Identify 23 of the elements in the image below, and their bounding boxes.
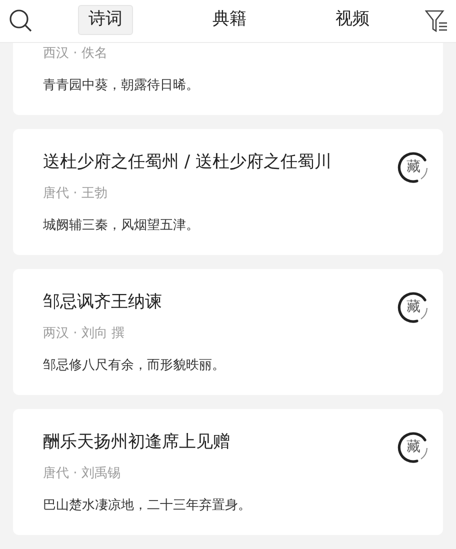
tab[interactable]: 典籍 (202, 5, 257, 35)
poem-card[interactable]: 邹忌讽齐王纳谏 两汉 · 刘向 撰 邹忌修八尺有余，而形貌昳丽。 藏 (13, 269, 443, 395)
dynasty-author: 唐代 · 刘禹锡 (43, 465, 122, 483)
poem-card[interactable]: 西汉 · 佚名 青青园中葵，朝露待日晞。 (13, 43, 443, 115)
poem-title: 邹忌讽齐王纳谏 (43, 291, 163, 314)
poem-line: 城阙辅三秦，风烟望五津。 (43, 217, 200, 235)
poem-card[interactable]: 送杜少府之任蜀州 / 送杜少府之任蜀川 唐代 · 王勃 城阙辅三秦，风烟望五津。 藏 (13, 129, 443, 255)
collect-button[interactable]: 藏 (397, 431, 430, 464)
tab[interactable]: 视频 (325, 5, 380, 35)
dynasty-author: 唐代 · 王勃 (43, 185, 108, 203)
poem-card[interactable]: 酬乐天扬州初逢席上见赠 唐代 · 刘禹锡 巴山楚水凄凉地，二十三年弃置身。 藏 (13, 409, 443, 535)
tab[interactable]: 诗词 (78, 5, 133, 35)
search-icon[interactable] (9, 9, 33, 33)
poem-line: 巴山楚水凄凉地，二十三年弃置身。 (43, 497, 252, 515)
poem-title: 酬乐天扬州初逢席上见赠 (43, 431, 231, 454)
collect-button[interactable]: 藏 (397, 291, 430, 324)
filter-icon[interactable] (425, 10, 448, 32)
poem-title: 送杜少府之任蜀州 / 送杜少府之任蜀川 (43, 151, 333, 174)
collect-button[interactable]: 藏 (397, 151, 430, 184)
poem-line: 青青园中葵，朝露待日晞。 (43, 77, 200, 95)
poem-line: 邹忌修八尺有余，而形貌昳丽。 (43, 357, 226, 375)
dynasty-author: 两汉 · 刘向 撰 (43, 325, 126, 343)
dynasty-author: 西汉 · 佚名 (43, 45, 108, 63)
